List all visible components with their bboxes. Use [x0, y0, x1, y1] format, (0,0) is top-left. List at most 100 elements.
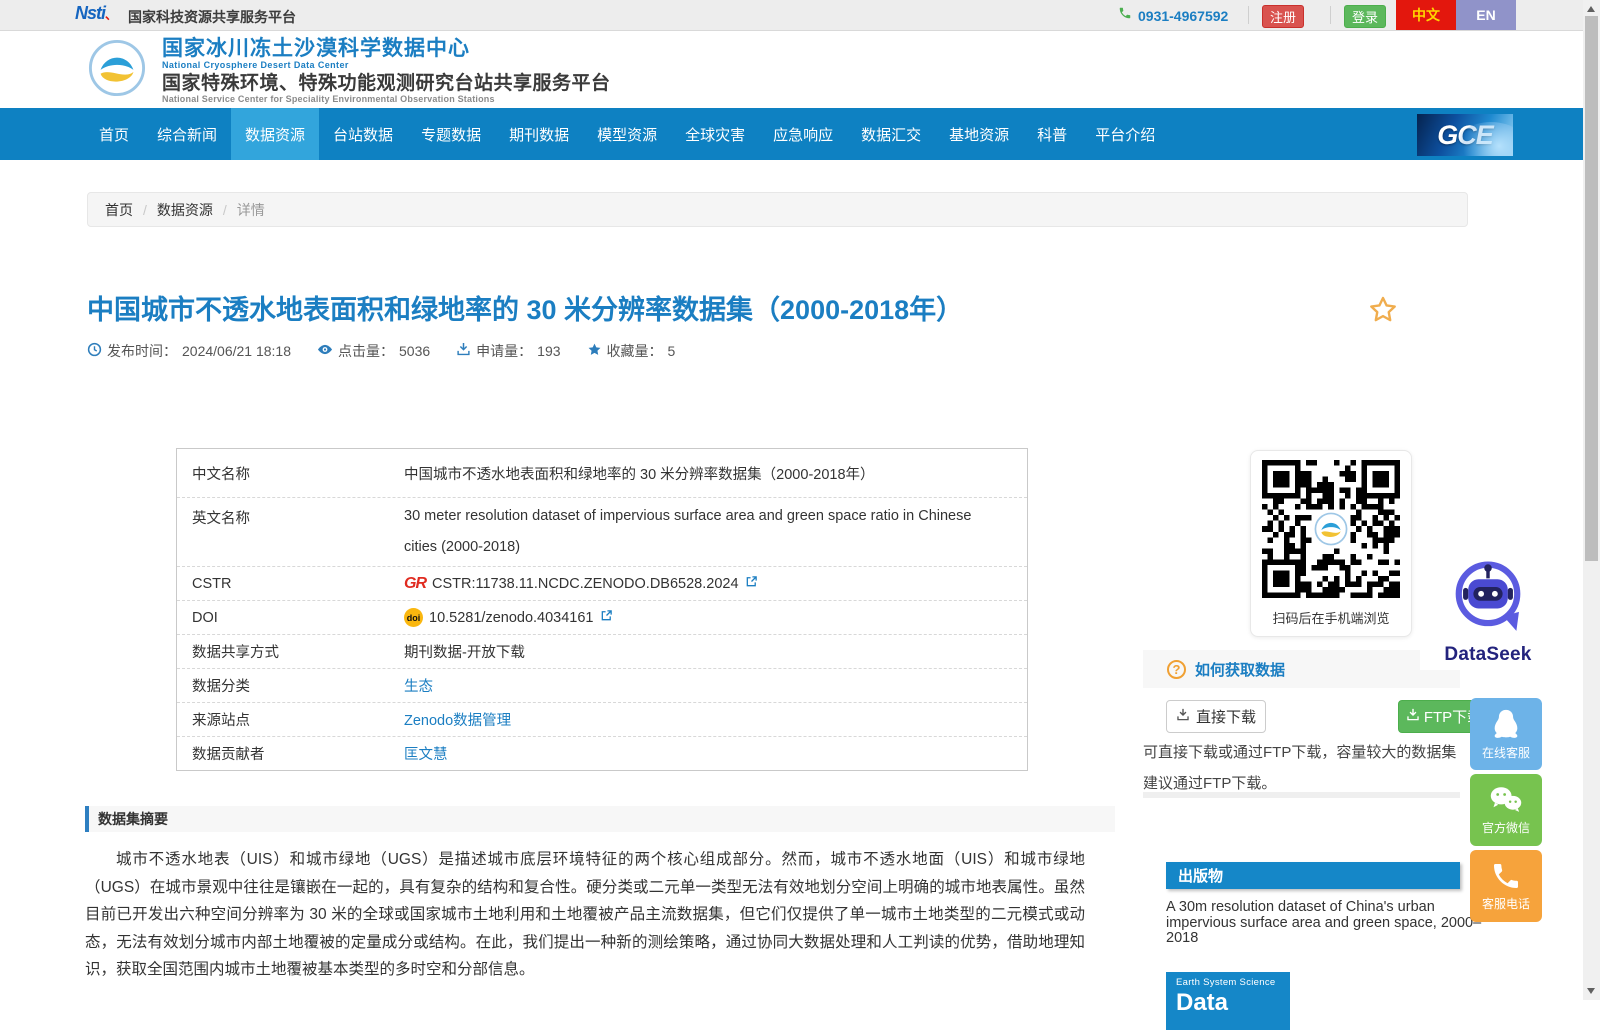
scrollbar-down-arrow[interactable]: [1587, 988, 1595, 994]
favorite-count-label: 收藏量：: [607, 341, 663, 361]
english-name-value: 30 meter resolution dataset of imperviou…: [404, 498, 1024, 563]
favorite-count: 收藏量：5: [587, 341, 676, 361]
register-button[interactable]: 注册: [1262, 5, 1304, 28]
download-hint-text: 可直接下载或通过FTP下载，容量较大的数据集建议通过FTP下载。: [1143, 737, 1465, 799]
table-row: 来源站点 Zenodo数据管理: [177, 703, 1027, 737]
row-label: 来源站点: [177, 709, 404, 730]
row-label: 英文名称: [177, 498, 404, 528]
ncdc-emblem-logo[interactable]: [88, 39, 146, 102]
chinese-name-value: 中国城市不透水地表面积和绿地率的 30 米分辨率数据集（2000-2018年）: [404, 463, 895, 484]
abstract-section-header: 数据集摘要: [85, 806, 1115, 832]
external-link-icon[interactable]: [745, 575, 758, 592]
nav-item-platform-intro[interactable]: 平台介绍: [1081, 108, 1169, 160]
cstr-value[interactable]: CSTR:11738.11.NCDC.ZENODO.DB6528.2024: [432, 576, 739, 592]
breadcrumb-home[interactable]: 首页: [105, 200, 133, 220]
download-icon: [456, 342, 471, 360]
login-button[interactable]: 登录: [1344, 5, 1386, 28]
source-site-link[interactable]: Zenodo数据管理: [404, 709, 511, 730]
nav-item-news[interactable]: 综合新闻: [143, 108, 231, 160]
request-count: 申请量： 193: [456, 341, 560, 361]
nav-item-topic-data[interactable]: 专题数据: [407, 108, 495, 160]
request-count-value: 193: [537, 343, 560, 359]
center-title-zh: 国家冰川冻土沙漠科学数据中心: [162, 38, 611, 59]
breadcrumb: 首页 / 数据资源 / 详情: [87, 192, 1468, 227]
row-label: DOI: [177, 610, 404, 626]
qr-caption: 扫码后在手机端浏览: [1251, 608, 1411, 627]
download-icon: [1176, 708, 1190, 726]
nsti-logo-icon[interactable]: Nsti、: [75, 3, 116, 24]
row-label: 数据共享方式: [177, 641, 404, 662]
nav-item-data-resources[interactable]: 数据资源: [231, 108, 319, 160]
language-tab-english[interactable]: EN: [1456, 0, 1516, 30]
qr-code-image: [1262, 460, 1400, 598]
qr-card: 扫码后在手机端浏览: [1250, 450, 1412, 637]
site-header: 国家冰川冻土沙漠科学数据中心 National Cryosphere Deser…: [0, 31, 1583, 108]
publish-time-label: 发布时间：: [107, 341, 177, 361]
official-wechat-widget[interactable]: 官方微信: [1470, 774, 1542, 846]
nav-item-journal-data[interactable]: 期刊数据: [495, 108, 583, 160]
publish-time-value: 2024/06/21 18:18: [182, 343, 291, 359]
dataset-title: 中国城市不透水地表面积和绿地率的 30 米分辨率数据集（2000-2018年）: [87, 288, 1347, 327]
breadcrumb-separator: /: [143, 202, 147, 218]
gce-logo[interactable]: GCE: [1417, 114, 1513, 156]
nav-item-global-disaster[interactable]: 全球灾害: [671, 108, 759, 160]
nav-item-model-resources[interactable]: 模型资源: [583, 108, 671, 160]
click-count-value: 5036: [399, 343, 430, 359]
main-nav: 首页 综合新闻 数据资源 台站数据 专题数据 期刊数据 模型资源 全球灾害 应急…: [0, 108, 1583, 160]
share-mode-value: 期刊数据-开放下载: [404, 641, 545, 662]
doi-value[interactable]: 10.5281/zenodo.4034161: [429, 610, 594, 626]
table-row: 数据共享方式 期刊数据-开放下载: [177, 635, 1027, 669]
row-label: CSTR: [177, 576, 404, 592]
question-icon: ?: [1167, 660, 1186, 679]
click-count-label: 点击量：: [338, 341, 394, 361]
table-row: 英文名称 30 meter resolution dataset of impe…: [177, 498, 1027, 567]
dataset-meta-row: 发布时间： 2024/06/21 18:18 点击量： 5036 申请量： 193 收…: [87, 341, 675, 361]
center-subtitle-zh: 国家特殊环境、特殊功能观测研究台站共享服务平台: [162, 74, 611, 93]
nsti-dot-icon: 、: [105, 8, 116, 22]
floating-service-widgets: 在线客服 官方微信 客服电话: [1470, 698, 1542, 922]
qq-penguin-icon: [1489, 707, 1523, 741]
online-service-widget[interactable]: 在线客服: [1470, 698, 1542, 770]
dataseek-assistant[interactable]: DataSeek: [1420, 556, 1556, 670]
contributor-link[interactable]: 匡文慧: [404, 743, 448, 764]
doi-badge-icon: doi: [404, 608, 423, 627]
publication-item: A 30m resolution dataset of China's urba…: [1166, 900, 1484, 947]
breadcrumb-separator: /: [223, 202, 227, 218]
table-row: 中文名称 中国城市不透水地表面积和绿地率的 30 米分辨率数据集（2000-20…: [177, 449, 1027, 498]
topbar: Nsti、 国家科技资源共享服务平台 0931-4967592 注册 登录 中文…: [0, 0, 1583, 31]
direct-download-button[interactable]: 直接下载: [1166, 700, 1266, 733]
scrollbar-thumb[interactable]: [1585, 16, 1598, 561]
nav-item-home[interactable]: 首页: [85, 108, 143, 160]
vertical-scrollbar[interactable]: [1583, 0, 1600, 1000]
star-icon: [587, 342, 602, 360]
request-count-label: 申请量：: [476, 341, 532, 361]
language-tab-chinese[interactable]: 中文: [1396, 0, 1456, 30]
abstract-text: 城市不透水地表（UIS）和城市绿地（UGS）是描述城市底层环境特征的两个核心组成…: [85, 846, 1085, 984]
nav-item-base-resources[interactable]: 基地资源: [935, 108, 1023, 160]
nav-item-data-submission[interactable]: 数据汇交: [847, 108, 935, 160]
divider: [1330, 6, 1331, 24]
robot-icon: [1446, 556, 1530, 642]
service-phone-number: 0931-4967592: [1138, 8, 1228, 24]
row-label: 数据分类: [177, 675, 404, 696]
panel-bottom-strip: [1143, 792, 1460, 798]
essd-journal-logo[interactable]: Earth System Science Data: [1166, 972, 1290, 1030]
how-to-get-data-link[interactable]: ? 如何获取数据: [1143, 650, 1460, 688]
row-label: 中文名称: [177, 463, 404, 484]
nav-item-science[interactable]: 科普: [1023, 108, 1081, 160]
scrollbar-up-arrow[interactable]: [1587, 6, 1595, 12]
external-link-icon[interactable]: [600, 609, 613, 626]
category-link[interactable]: 生态: [404, 675, 433, 696]
nav-item-emergency[interactable]: 应急响应: [759, 108, 847, 160]
breadcrumb-data-resources[interactable]: 数据资源: [157, 200, 213, 220]
nav-item-station-data[interactable]: 台站数据: [319, 108, 407, 160]
breadcrumb-detail: 详情: [237, 200, 265, 220]
download-icon: [1406, 708, 1420, 726]
service-phone-widget[interactable]: 客服电话: [1470, 850, 1542, 922]
table-row: DOI doi 10.5281/zenodo.4034161: [177, 601, 1027, 635]
divider: [1248, 6, 1249, 24]
publication-section-header: 出版物: [1166, 862, 1460, 889]
favorite-star-icon[interactable]: [1366, 294, 1400, 331]
phone-icon: [1118, 6, 1132, 25]
center-title-en: National Cryosphere Desert Data Center: [162, 61, 611, 70]
